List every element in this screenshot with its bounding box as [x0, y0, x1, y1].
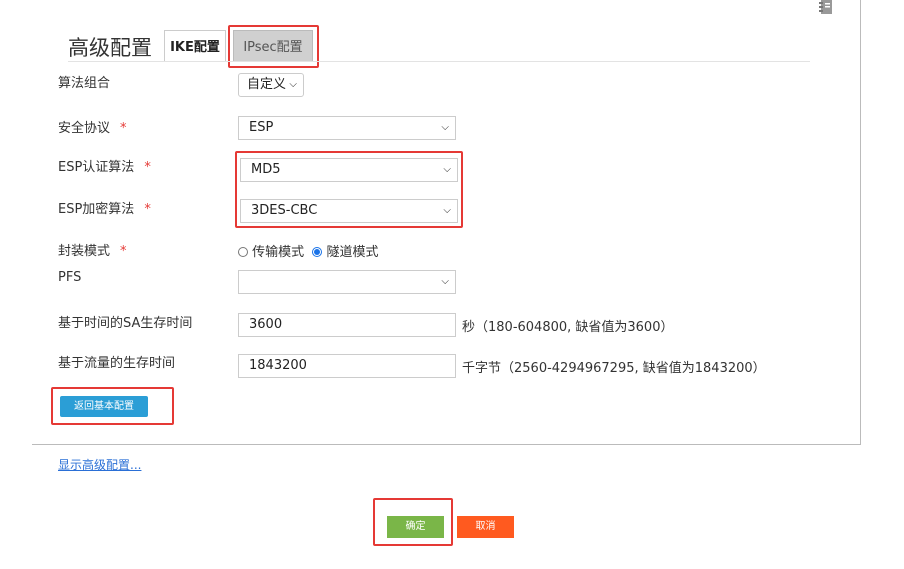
- notebook-icon[interactable]: [818, 0, 834, 16]
- back-button-highlight: [51, 387, 174, 425]
- sa-time-input[interactable]: 3600: [238, 313, 456, 337]
- algo-group-label: 算法组合: [58, 76, 111, 91]
- security-protocol-select[interactable]: ESP ⌵: [238, 116, 456, 140]
- panel-divider: [32, 444, 861, 445]
- pfs-select[interactable]: ⌵: [238, 270, 456, 294]
- sa-time-hint: 秒（180-604800, 缺省值为3600）: [462, 320, 674, 335]
- panel-border: [860, 0, 861, 445]
- ok-button-highlight: [373, 498, 453, 546]
- encap-mode-radios: 传输模式 隧道模式: [238, 241, 378, 260]
- sa-traffic-label: 基于流量的生存时间: [58, 356, 176, 371]
- chevron-down-icon: ⌵: [441, 276, 449, 287]
- algo-group-select[interactable]: 自定义 ⌵: [238, 73, 304, 97]
- tab-divider: [68, 61, 810, 62]
- radio-tunnel-label: 隧道模式: [326, 245, 379, 260]
- security-protocol-label: 安全协议 *: [58, 121, 127, 136]
- pfs-label: PFS: [58, 270, 82, 285]
- cancel-button[interactable]: 取消: [457, 516, 514, 538]
- radio-tunnel[interactable]: [312, 247, 323, 257]
- esp-encrypt-label: ESP加密算法 *: [58, 202, 151, 217]
- encap-mode-label: 封装模式 *: [58, 244, 127, 259]
- sa-time-label: 基于时间的SA生存时间: [58, 316, 193, 331]
- esp-auth-label: ESP认证算法 *: [58, 160, 151, 175]
- radio-transport-label: 传输模式: [252, 245, 305, 260]
- chevron-down-icon: ⌵: [441, 122, 449, 133]
- sa-traffic-input[interactable]: 1843200: [238, 354, 456, 378]
- page-title: 高级配置: [68, 36, 152, 60]
- tab-ike[interactable]: IKE配置: [164, 30, 226, 62]
- esp-algorithms-highlight: [235, 151, 463, 228]
- sa-traffic-hint: 千字节（2560-4294967295, 缺省值为1843200）: [462, 361, 766, 376]
- show-advanced-link[interactable]: 显示高级配置...: [58, 456, 141, 473]
- chevron-down-icon: ⌵: [289, 79, 297, 90]
- radio-transport[interactable]: [238, 247, 248, 257]
